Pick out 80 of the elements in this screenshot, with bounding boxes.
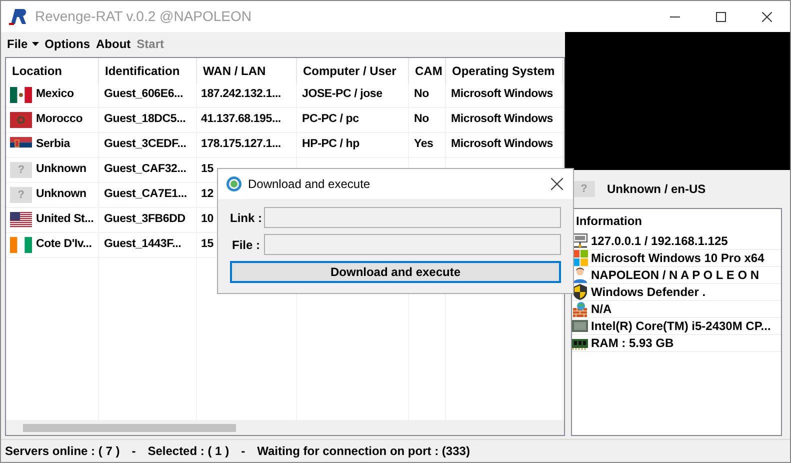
table-cell-text: Guest_1443F...: [104, 237, 182, 252]
horizontal-scrollbar[interactable]: [6, 420, 564, 435]
table-cell-text: Mexico: [36, 87, 74, 102]
info-text: Intel(R) Core(TM) i5-2430M CP...: [591, 318, 771, 335]
info-text: 127.0.0.1 / 192.168.1.125: [591, 233, 728, 250]
menu-item[interactable]: File: [7, 34, 39, 52]
text-field[interactable]: [264, 207, 561, 228]
field-label: File :: [230, 236, 260, 254]
unknown-flag: ?: [10, 187, 32, 203]
flag-icon: [10, 87, 32, 103]
status-text: Servers online : ( 7 ): [5, 443, 120, 460]
info-text: NAPOLEON / N A P O L E O N: [591, 267, 760, 284]
table-cell-text: JOSE-PC / jose: [302, 87, 382, 102]
shield-icon: [572, 284, 588, 300]
table-cell-text: Yes: [414, 137, 434, 152]
info-text: N/A: [591, 301, 612, 318]
download-execute-button[interactable]: Download and execute: [230, 261, 561, 283]
table-cell-text: Guest_CA7E1...: [104, 187, 187, 202]
status-text: Selected : ( 1 ): [148, 443, 230, 460]
user-icon: [572, 267, 588, 283]
unknown-flag: ?: [573, 181, 595, 197]
table-cell-text: 12: [201, 187, 214, 202]
close-icon: [762, 12, 772, 22]
field-label: Link :: [230, 210, 260, 226]
table-cell-text: 15: [201, 237, 214, 252]
column-header[interactable]: Operating System: [446, 58, 563, 83]
table-cell-text: Microsoft Windows: [451, 112, 553, 128]
table-cell-text: 10: [201, 212, 214, 228]
table-cell-text: No: [414, 112, 429, 128]
table-cell-text: 178.175.127.1...: [201, 137, 281, 152]
info-text: RAM : 5.93 GB: [591, 335, 674, 352]
dialog-title: Download and execute: [248, 176, 370, 193]
menu-item[interactable]: Options: [44, 34, 90, 52]
table-cell-text: Morocco: [36, 112, 83, 128]
column-header[interactable]: WAN / LAN: [197, 58, 297, 83]
processor-icon: [572, 318, 588, 334]
unknown-flag: ?: [10, 162, 32, 178]
table-cell-text: Guest_606E6...: [104, 87, 184, 102]
info-text: Windows Defender .: [591, 284, 706, 301]
column-header: Information: [575, 213, 643, 230]
flag-icon: [10, 212, 32, 228]
location-label: Unknown / en-US: [607, 181, 706, 198]
caret-icon: [32, 42, 39, 46]
column-header[interactable]: CAM: [409, 58, 446, 83]
table-cell-text: Cote D'Iv...: [36, 237, 92, 252]
table-cell-text: 187.242.132.1...: [201, 87, 281, 102]
table-cell-text: Microsoft Windows: [451, 87, 553, 102]
close-icon: [551, 178, 563, 190]
app-logo-icon: [8, 8, 28, 26]
table-cell-text: No: [414, 87, 429, 102]
close-button[interactable]: [549, 176, 565, 192]
table-cell-text: 41.137.68.195...: [201, 112, 281, 128]
maximize-icon: [716, 12, 726, 22]
status-text: -: [241, 443, 246, 460]
table-cell-text: Serbia: [36, 137, 70, 152]
flag-icon: [10, 112, 32, 128]
table-cell-text: United St...: [36, 212, 94, 228]
column-header[interactable]: Identification: [99, 58, 197, 83]
table-cell-text: Unknown: [36, 162, 86, 178]
scrollbar-thumb[interactable]: [23, 424, 236, 432]
table-cell-text: Microsoft Windows: [451, 137, 553, 152]
window-title: Revenge-RAT v.0.2 @NAPOLEON: [35, 7, 252, 26]
status-text: -: [132, 443, 136, 460]
info-text: Microsoft Windows 10 Pro x64: [591, 250, 764, 267]
table-cell-text: Guest_18DC5...: [104, 112, 186, 128]
text-field[interactable]: [264, 234, 561, 255]
menu-item[interactable]: About: [96, 34, 131, 52]
table-cell-text: Guest_3CEDF...: [104, 137, 186, 152]
table-cell-text: HP-PC / hp: [302, 137, 360, 152]
table-cell-text: Guest_CAF32...: [104, 162, 186, 178]
flag-icon: [10, 237, 32, 253]
column-header[interactable]: Computer / User: [297, 58, 409, 83]
app-icon: [226, 176, 242, 192]
column-header[interactable]: Location: [6, 58, 99, 83]
table-cell-text: Guest_3FB6DD: [104, 212, 186, 228]
status-text: Waiting for connection on port : (333): [257, 443, 470, 460]
firewall-icon: [572, 301, 588, 317]
table-cell-text: 15: [201, 162, 214, 178]
table-cell-text: PC-PC / pc: [302, 112, 359, 128]
table-cell-text: Unknown: [36, 187, 86, 202]
